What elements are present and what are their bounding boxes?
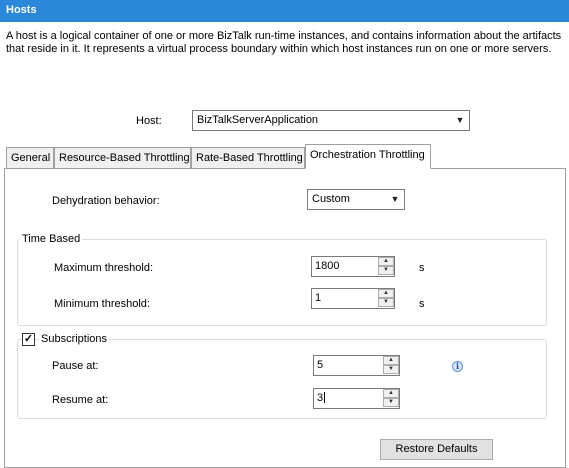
min-threshold-stepper[interactable]: 1 ▲ ▼ (311, 288, 395, 309)
tab-label: General (11, 152, 51, 164)
arrow-down-icon[interactable]: ▼ (383, 398, 399, 407)
tab-rate-based-throttling[interactable]: Rate-Based Throttling (191, 147, 305, 168)
chevron-down-icon: ▼ (455, 115, 465, 125)
max-threshold-unit: s (419, 262, 425, 274)
resume-at-value: 3 (317, 392, 324, 404)
host-description: A host is a logical container of one or … (6, 30, 562, 55)
dehydration-select-value: Custom (312, 193, 350, 205)
max-threshold-value: 1800 (315, 260, 340, 272)
pause-at-value: 5 (317, 359, 324, 371)
host-select[interactable]: BizTalkServerApplication ▼ (192, 110, 470, 131)
pause-at-label: Pause at: (52, 360, 99, 372)
arrow-up-icon[interactable]: ▲ (383, 389, 399, 398)
min-threshold-label: Minimum threshold: (54, 298, 150, 310)
dehydration-select[interactable]: Custom ▼ (307, 189, 405, 210)
host-label: Host: (136, 115, 162, 127)
arrow-up-icon[interactable]: ▲ (383, 356, 399, 365)
tab-orchestration-throttling[interactable]: Orchestration Throttling (305, 144, 431, 169)
min-threshold-unit: s (419, 298, 425, 310)
tab-label: Rate-Based Throttling (196, 152, 303, 164)
time-based-title: Time Based (20, 233, 83, 245)
subscriptions-checkbox[interactable]: ✓ (22, 333, 35, 346)
tab-label: Resource-Based Throttling (59, 152, 190, 164)
text-caret (324, 392, 326, 403)
dehydration-label: Dehydration behavior: (52, 195, 160, 207)
tab-general[interactable]: General (6, 147, 54, 168)
tab-label: Orchestration Throttling (310, 149, 425, 161)
pause-at-stepper[interactable]: 5 ▲ ▼ (313, 355, 400, 376)
arrow-down-icon[interactable]: ▼ (378, 266, 394, 275)
header-title: Hosts (6, 4, 37, 16)
min-threshold-value: 1 (315, 292, 322, 304)
info-icon[interactable]: i (452, 361, 463, 372)
arrow-up-icon[interactable]: ▲ (378, 257, 394, 266)
chevron-down-icon: ▼ (390, 194, 400, 204)
arrow-down-icon[interactable]: ▼ (383, 365, 399, 374)
arrow-down-icon[interactable]: ▼ (378, 298, 394, 307)
resume-at-stepper[interactable]: 3 ▲ ▼ (313, 388, 400, 409)
restore-defaults-button[interactable]: Restore Defaults (380, 439, 493, 460)
checkmark-icon: ✓ (23, 333, 34, 345)
arrow-up-icon[interactable]: ▲ (378, 289, 394, 298)
subscriptions-group (17, 339, 547, 419)
section-header: Hosts (0, 0, 569, 22)
tab-resource-based-throttling[interactable]: Resource-Based Throttling (54, 147, 191, 168)
host-select-value: BizTalkServerApplication (197, 114, 319, 126)
subscriptions-title: Subscriptions (39, 333, 110, 345)
max-threshold-stepper[interactable]: 1800 ▲ ▼ (311, 256, 395, 277)
resume-at-label: Resume at: (52, 394, 109, 406)
max-threshold-label: Maximum threshold: (54, 262, 154, 274)
time-based-group (17, 239, 547, 326)
